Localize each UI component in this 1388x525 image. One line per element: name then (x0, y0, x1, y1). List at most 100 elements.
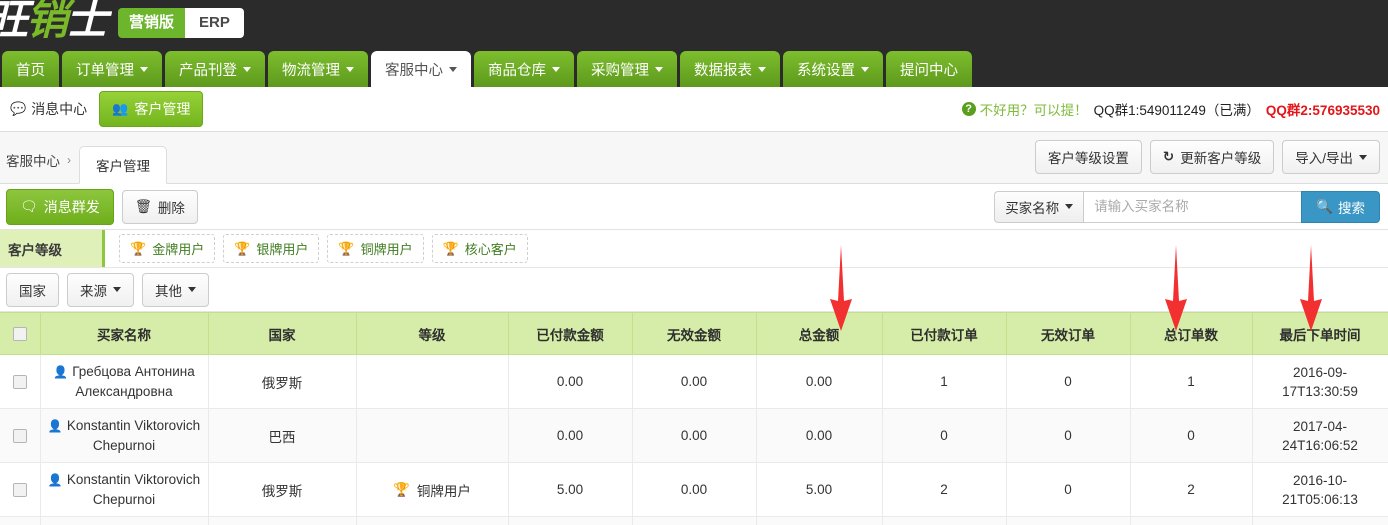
chevron-right-icon: › (67, 153, 71, 167)
table-row[interactable]: 👤 Гребцова Антонина Александровна 俄罗斯 0.00 0… (0, 354, 1388, 409)
sidebar-item-customer-manage[interactable]: 👥 客户管理 (99, 91, 204, 127)
level-chip-1[interactable]: 🏆 银牌用户 (223, 234, 320, 263)
nav-item-6[interactable]: 采购管理 (577, 51, 677, 87)
nav-item-label: 系统设置 (797, 62, 855, 79)
search-input[interactable] (1083, 190, 1302, 223)
table-row[interactable]: 👤Liliya Vladimirovna Al 2016-10-31T23:0 (0, 516, 1388, 525)
cell-paid-amount: 0.00 (508, 354, 633, 409)
app-logo[interactable]: 旺销士 (0, 0, 112, 45)
filter-button-2[interactable]: 其他 (142, 272, 209, 307)
row-select-cell (0, 462, 41, 517)
cell-invalid-amount: 0.00 (632, 354, 757, 409)
column-header-3[interactable]: 已付款金额 (508, 312, 633, 355)
search-field-selector[interactable]: 买家名称 (994, 190, 1084, 223)
level-chip-2[interactable]: 🏆 铜牌用户 (327, 234, 424, 263)
main-navigation: 首页 订单管理 产品刊登 物流管理 客服中心 商品仓库 采购管理 数据报表 系统设置 提问中心 (0, 45, 1388, 87)
nav-item-0[interactable]: 首页 (2, 51, 59, 87)
sub-navigation: 💬 消息中心 👥 客户管理 ? 不好用？可以提！ QQ群1:549011249（… (0, 87, 1388, 132)
breadcrumb-action-2[interactable]: 导入/导出 (1282, 140, 1380, 174)
level-chip-3[interactable]: 🏆 核心客户 (431, 234, 528, 263)
buyer-name-text: Konstantin Viktorovich Chepurnoi (66, 472, 201, 507)
filter-button-1[interactable]: 来源 (67, 272, 134, 307)
column-header-5[interactable]: 总金额 (756, 312, 883, 355)
chevron-down-icon (188, 287, 196, 292)
nav-item-1[interactable]: 订单管理 (62, 51, 162, 87)
level-chip-label: 金牌用户 (152, 242, 205, 257)
broadcast-message-label: 消息群发 (43, 198, 100, 215)
cell-country (208, 516, 357, 525)
question-mark-icon: ? (961, 102, 976, 116)
nav-item-5[interactable]: 商品仓库 (474, 51, 574, 87)
badge-marketing-edition[interactable]: 营销版 (118, 7, 186, 38)
column-header-9[interactable]: 最后下单时间 (1252, 312, 1388, 355)
search-button-label: 搜索 (1338, 200, 1365, 216)
nav-item-4[interactable]: 客服中心 (371, 51, 471, 87)
row-checkbox[interactable] (12, 483, 27, 498)
breadcrumb: 客服中心 › (2, 150, 79, 183)
search-button[interactable]: 🔍 搜索 (1301, 190, 1380, 223)
chevron-down-icon (1065, 204, 1074, 209)
cell-invalid-orders (1006, 516, 1131, 525)
top-header-bar: 旺销士 营销版 ERP (0, 0, 1388, 45)
logo-wordmark: 旺销士 (0, 0, 108, 44)
delete-label: 删除 (157, 200, 185, 216)
column-header-8[interactable]: 总订单数 (1130, 312, 1253, 355)
chevron-down-icon (552, 66, 560, 72)
qq-group-1: QQ群1:549011249（已满） (1093, 103, 1260, 118)
cell-buyer-name: 👤 Konstantin Viktorovich Chepurnoi (40, 408, 209, 463)
level-chip-label: 银牌用户 (256, 242, 309, 257)
chat-icon: 💬 (10, 101, 27, 116)
column-header-2[interactable]: 等级 (356, 312, 509, 355)
cell-buyer-name: 👤Liliya Vladimirovna Al (40, 516, 209, 525)
cell-buyer-name: 👤 Konstantin Viktorovich Chepurnoi (40, 462, 209, 517)
person-icon: 👤 (53, 365, 69, 379)
nav-item-9[interactable]: 提问中心 (886, 51, 972, 87)
chevron-down-icon (346, 66, 354, 72)
nav-item-label: 订单管理 (76, 62, 134, 79)
breadcrumb-bar: 客服中心 › 客户管理 客户等级设置 ↻ 更新客户等级 导入/导出 (0, 132, 1388, 184)
nav-item-8[interactable]: 系统设置 (783, 51, 883, 87)
nav-item-3[interactable]: 物流管理 (268, 51, 368, 87)
broadcast-message-button[interactable]: 🗨 消息群发 (6, 188, 114, 225)
badge-erp[interactable]: ERP (185, 7, 244, 38)
table-header-row: 买家名称 国家 等级 已付款金额 无效金额 总金额 已付款订单 无效订单 总订单数 最后下单时间 (0, 312, 1388, 355)
row-checkbox[interactable] (12, 375, 27, 390)
cell-paid-orders: 1 (882, 354, 1007, 409)
cell-invalid-orders: 0 (1006, 408, 1131, 463)
nav-item-label: 物流管理 (282, 62, 340, 79)
refresh-icon: ↻ (1162, 149, 1175, 164)
column-header-7[interactable]: 无效订单 (1006, 312, 1131, 355)
sidebar-item-message-center[interactable]: 💬 消息中心 (10, 99, 87, 119)
buyer-name-text: Konstantin Viktorovich Chepurnoi (66, 418, 201, 453)
filter-button-0[interactable]: 国家 (6, 272, 59, 307)
breadcrumb-action-label: 客户等级设置 (1047, 151, 1129, 166)
delete-button[interactable]: 🗑 删除 (121, 189, 198, 224)
breadcrumb-action-0[interactable]: 客户等级设置 (1034, 140, 1142, 174)
nav-item-2[interactable]: 产品刊登 (165, 51, 265, 87)
column-header-0[interactable]: 买家名称 (40, 312, 209, 355)
select-all-checkbox[interactable] (12, 327, 27, 342)
row-select-cell (0, 408, 41, 463)
tab-customer-manage[interactable]: 客户管理 (79, 146, 167, 184)
breadcrumb-action-label: 导入/导出 (1295, 151, 1353, 166)
cell-total-orders: 2 (1130, 462, 1253, 517)
chevron-down-icon (655, 66, 663, 72)
row-select-cell (0, 354, 41, 409)
table-row[interactable]: 👤 Konstantin Viktorovich Chepurnoi 俄罗斯 🏆 铜牌用… (0, 462, 1388, 517)
nav-item-7[interactable]: 数据报表 (680, 51, 780, 87)
cell-total-amount: 0.00 (756, 354, 883, 409)
column-header-4[interactable]: 无效金额 (632, 312, 757, 355)
breadcrumb-action-label: 更新客户等级 (1180, 151, 1262, 166)
level-chip-0[interactable]: 🏆 金牌用户 (119, 234, 216, 263)
trophy-icon: 🏆 (393, 481, 410, 497)
level-chip-label: 铜牌用户 (360, 242, 413, 257)
chevron-down-icon (243, 66, 251, 72)
buyer-name-text: Гребцова Антонина Александровна (72, 364, 195, 399)
breadcrumb-parent[interactable]: 客服中心 (6, 150, 60, 170)
row-checkbox[interactable] (12, 429, 27, 444)
breadcrumb-action-1[interactable]: ↻ 更新客户等级 (1149, 140, 1275, 174)
table-row[interactable]: 👤 Konstantin Viktorovich Chepurnoi 巴西 0.00 0… (0, 408, 1388, 463)
column-header-1[interactable]: 国家 (208, 312, 357, 355)
column-header-6[interactable]: 已付款订单 (882, 312, 1007, 355)
cell-last-order-time: 2016-10-31T23:0 (1252, 516, 1388, 525)
